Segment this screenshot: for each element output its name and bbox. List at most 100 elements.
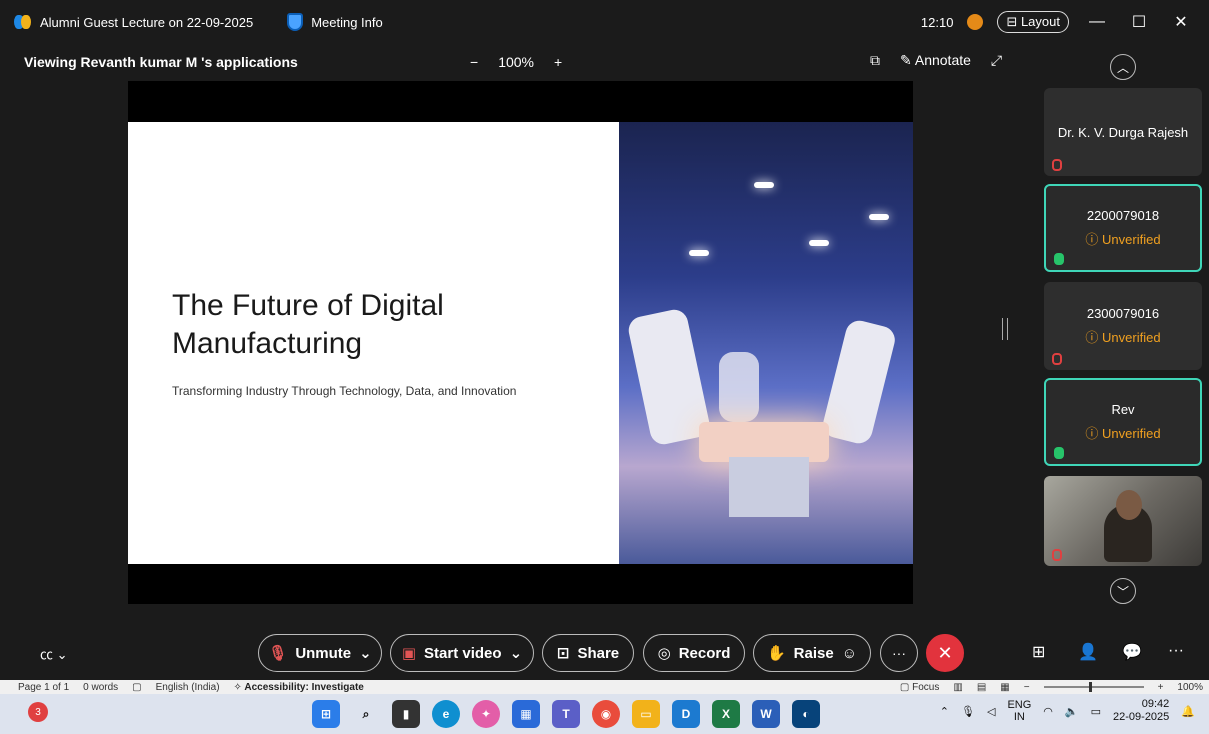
meeting-info-button[interactable]: Meeting Info [287,13,383,31]
participants-icon[interactable]: 👤 [1078,642,1098,662]
wifi-icon[interactable]: ◠ [1043,705,1053,718]
copilot-icon[interactable]: ✦ [472,700,500,728]
excel-icon[interactable]: X [712,700,740,728]
layout-label: Layout [1020,14,1060,29]
participant-name: 2200079018 [1086,208,1160,223]
end-call-button[interactable]: ✕ [926,634,964,672]
participant-name: 2300079016 [1086,306,1160,321]
record-button[interactable]: ◎ Record [643,634,745,672]
close-button[interactable]: ✕ [1167,12,1195,32]
zoom-slider-thumb[interactable] [1088,682,1092,692]
network-status-icon[interactable] [967,14,984,30]
share-icon: ⊡ [556,645,570,662]
zoom-out-button[interactable]: − [470,54,478,70]
word-icon[interactable]: W [752,700,780,728]
scroll-down-button[interactable]: ﹀ [1110,578,1136,604]
participant-tile[interactable]: 2300079016 ⓘ Unverified [1044,282,1202,370]
read-mode-icon[interactable]: ▥ [953,682,962,693]
word-count: 0 words [83,681,119,693]
start-icon[interactable]: ⊞ [312,700,340,728]
store-icon[interactable]: ▦ [512,700,540,728]
title-bar: Alumni Guest Lecture on 22-09-2025 Meeti… [0,0,1209,44]
notification-badge[interactable]: 3 [28,702,48,722]
viewing-label: Viewing Revanth kumar M 's applications [24,54,298,70]
chevron-down-icon[interactable]: ⌄ [359,644,372,662]
webex-window: Alumni Guest Lecture on 22-09-2025 Meeti… [0,0,1209,680]
zoom-controls: − 100% + [470,54,562,70]
chrome-icon[interactable]: ◉ [592,700,620,728]
clock-display[interactable]: 09:42 22-09-2025 [1113,698,1169,724]
remote-control-icon[interactable]: ⧉ [870,52,880,69]
windows-taskbar: 3 ⊞ ⌕ ▮ e ✦ ▦ T ◉ ▭ D X W ◐ ⌃ 🎙 ◁ ENG IN … [0,694,1209,734]
record-icon: ◎ [657,645,671,662]
participant-name: Dr. K. V. Durga Rajesh [1057,124,1189,140]
shield-icon [287,13,304,31]
participant-tile[interactable]: Rev ⓘ Unverified [1044,378,1202,466]
mic-active-icon [1054,447,1064,459]
shared-content: The Future of Digital Manufacturing Tran… [128,81,913,604]
volume-icon[interactable]: 🔈 [1065,705,1079,718]
mic-muted-icon [1052,353,1062,365]
chat-icon[interactable]: 💬 [1122,642,1142,662]
battery-icon[interactable]: ▭ [1091,705,1101,718]
captions-button[interactable]: ㏄ ⌄ [40,644,68,663]
factory-robots-image [619,122,913,564]
print-layout-icon[interactable]: ▤ [977,682,986,693]
share-button[interactable]: ⊡ Share [542,634,634,672]
maximize-button[interactable]: ☐ [1125,12,1153,32]
scroll-up-button[interactable]: ︿ [1110,54,1136,80]
zoom-slider[interactable] [1043,682,1144,692]
expand-icon[interactable]: ⤢ [991,52,1002,69]
annotate-button[interactable]: ✎ Annotate [900,52,971,69]
web-layout-icon[interactable]: ▦ [1000,682,1009,693]
proofing-icon[interactable]: ▢ [132,682,141,693]
meeting-clock: 12:10 [920,14,954,30]
teams-icon[interactable]: T [552,700,580,728]
accessibility-status[interactable]: ✧ Accessibility: Investigate [234,682,364,693]
meeting-controls: ㏄ ⌄ 🎙 Unmute ⌄ ▣ Start video ⌄ ⊡ Share ◎… [0,628,1209,680]
mic-muted-tray-icon[interactable]: 🎙 [961,705,975,718]
language-indicator[interactable]: ENG IN [1007,699,1031,723]
participant-tile[interactable]: Dr. K. V. Durga Rajesh [1044,88,1202,176]
panel-resize-handle[interactable] [1002,318,1008,340]
reactions-icon[interactable]: ☺ [842,645,857,662]
presenter-head [1116,490,1142,520]
unmute-label: Unmute [295,644,352,662]
task-view-icon[interactable]: ▮ [392,700,420,728]
system-tray: ⌃ 🎙 ◁ ENG IN ◠ 🔈 ▭ 09:42 22-09-2025 🔔 [940,698,1195,724]
self-video-tile[interactable] [1044,476,1202,566]
unmute-button[interactable]: 🎙 Unmute ⌄ [258,634,382,672]
participant-tile[interactable]: 2200079018 ⓘ Unverified [1044,184,1202,272]
notifications-icon[interactable]: 🔔 [1181,705,1195,718]
apps-icon[interactable]: ⊞ [1032,642,1045,662]
language-label[interactable]: English (India) [156,682,220,693]
start-video-label: Start video [424,644,502,662]
word-zoom-level[interactable]: 100% [1177,682,1203,693]
more-options-button[interactable]: ··· [880,634,918,672]
start-video-button[interactable]: ▣ Start video ⌄ [390,634,534,672]
chevron-down-icon[interactable]: ⌄ [510,644,523,662]
file-explorer-icon[interactable]: ▭ [632,700,660,728]
video-off-icon: ▣ [401,645,417,662]
more-panel-icon[interactable]: ··· [1168,642,1184,660]
dell-icon[interactable]: D [672,700,700,728]
edge-icon[interactable]: e [432,700,460,728]
presentation-slide: The Future of Digital Manufacturing Tran… [128,122,913,564]
webex-icon[interactable]: ◐ [792,700,820,728]
mic-active-icon [1054,253,1064,265]
layout-button[interactable]: ⊟ Layout [997,11,1069,33]
zoom-level: 100% [498,54,534,70]
zoom-minus[interactable]: − [1024,682,1030,693]
webex-logo-icon [14,15,32,29]
focus-button[interactable]: ▢ Focus [900,682,939,693]
location-icon[interactable]: ◁ [987,705,995,718]
raise-hand-button[interactable]: ✋ Raise ☺ [753,634,871,672]
zoom-in-button[interactable]: + [554,54,562,70]
search-icon[interactable]: ⌕ [352,700,380,728]
slide-text-panel: The Future of Digital Manufacturing Tran… [128,122,619,564]
zoom-plus[interactable]: + [1158,682,1164,693]
minimize-button[interactable]: — [1083,13,1111,31]
unverified-badge: ⓘ Unverified [1085,330,1161,345]
page-count: Page 1 of 1 [18,681,70,693]
chevron-up-icon[interactable]: ⌃ [940,705,949,718]
